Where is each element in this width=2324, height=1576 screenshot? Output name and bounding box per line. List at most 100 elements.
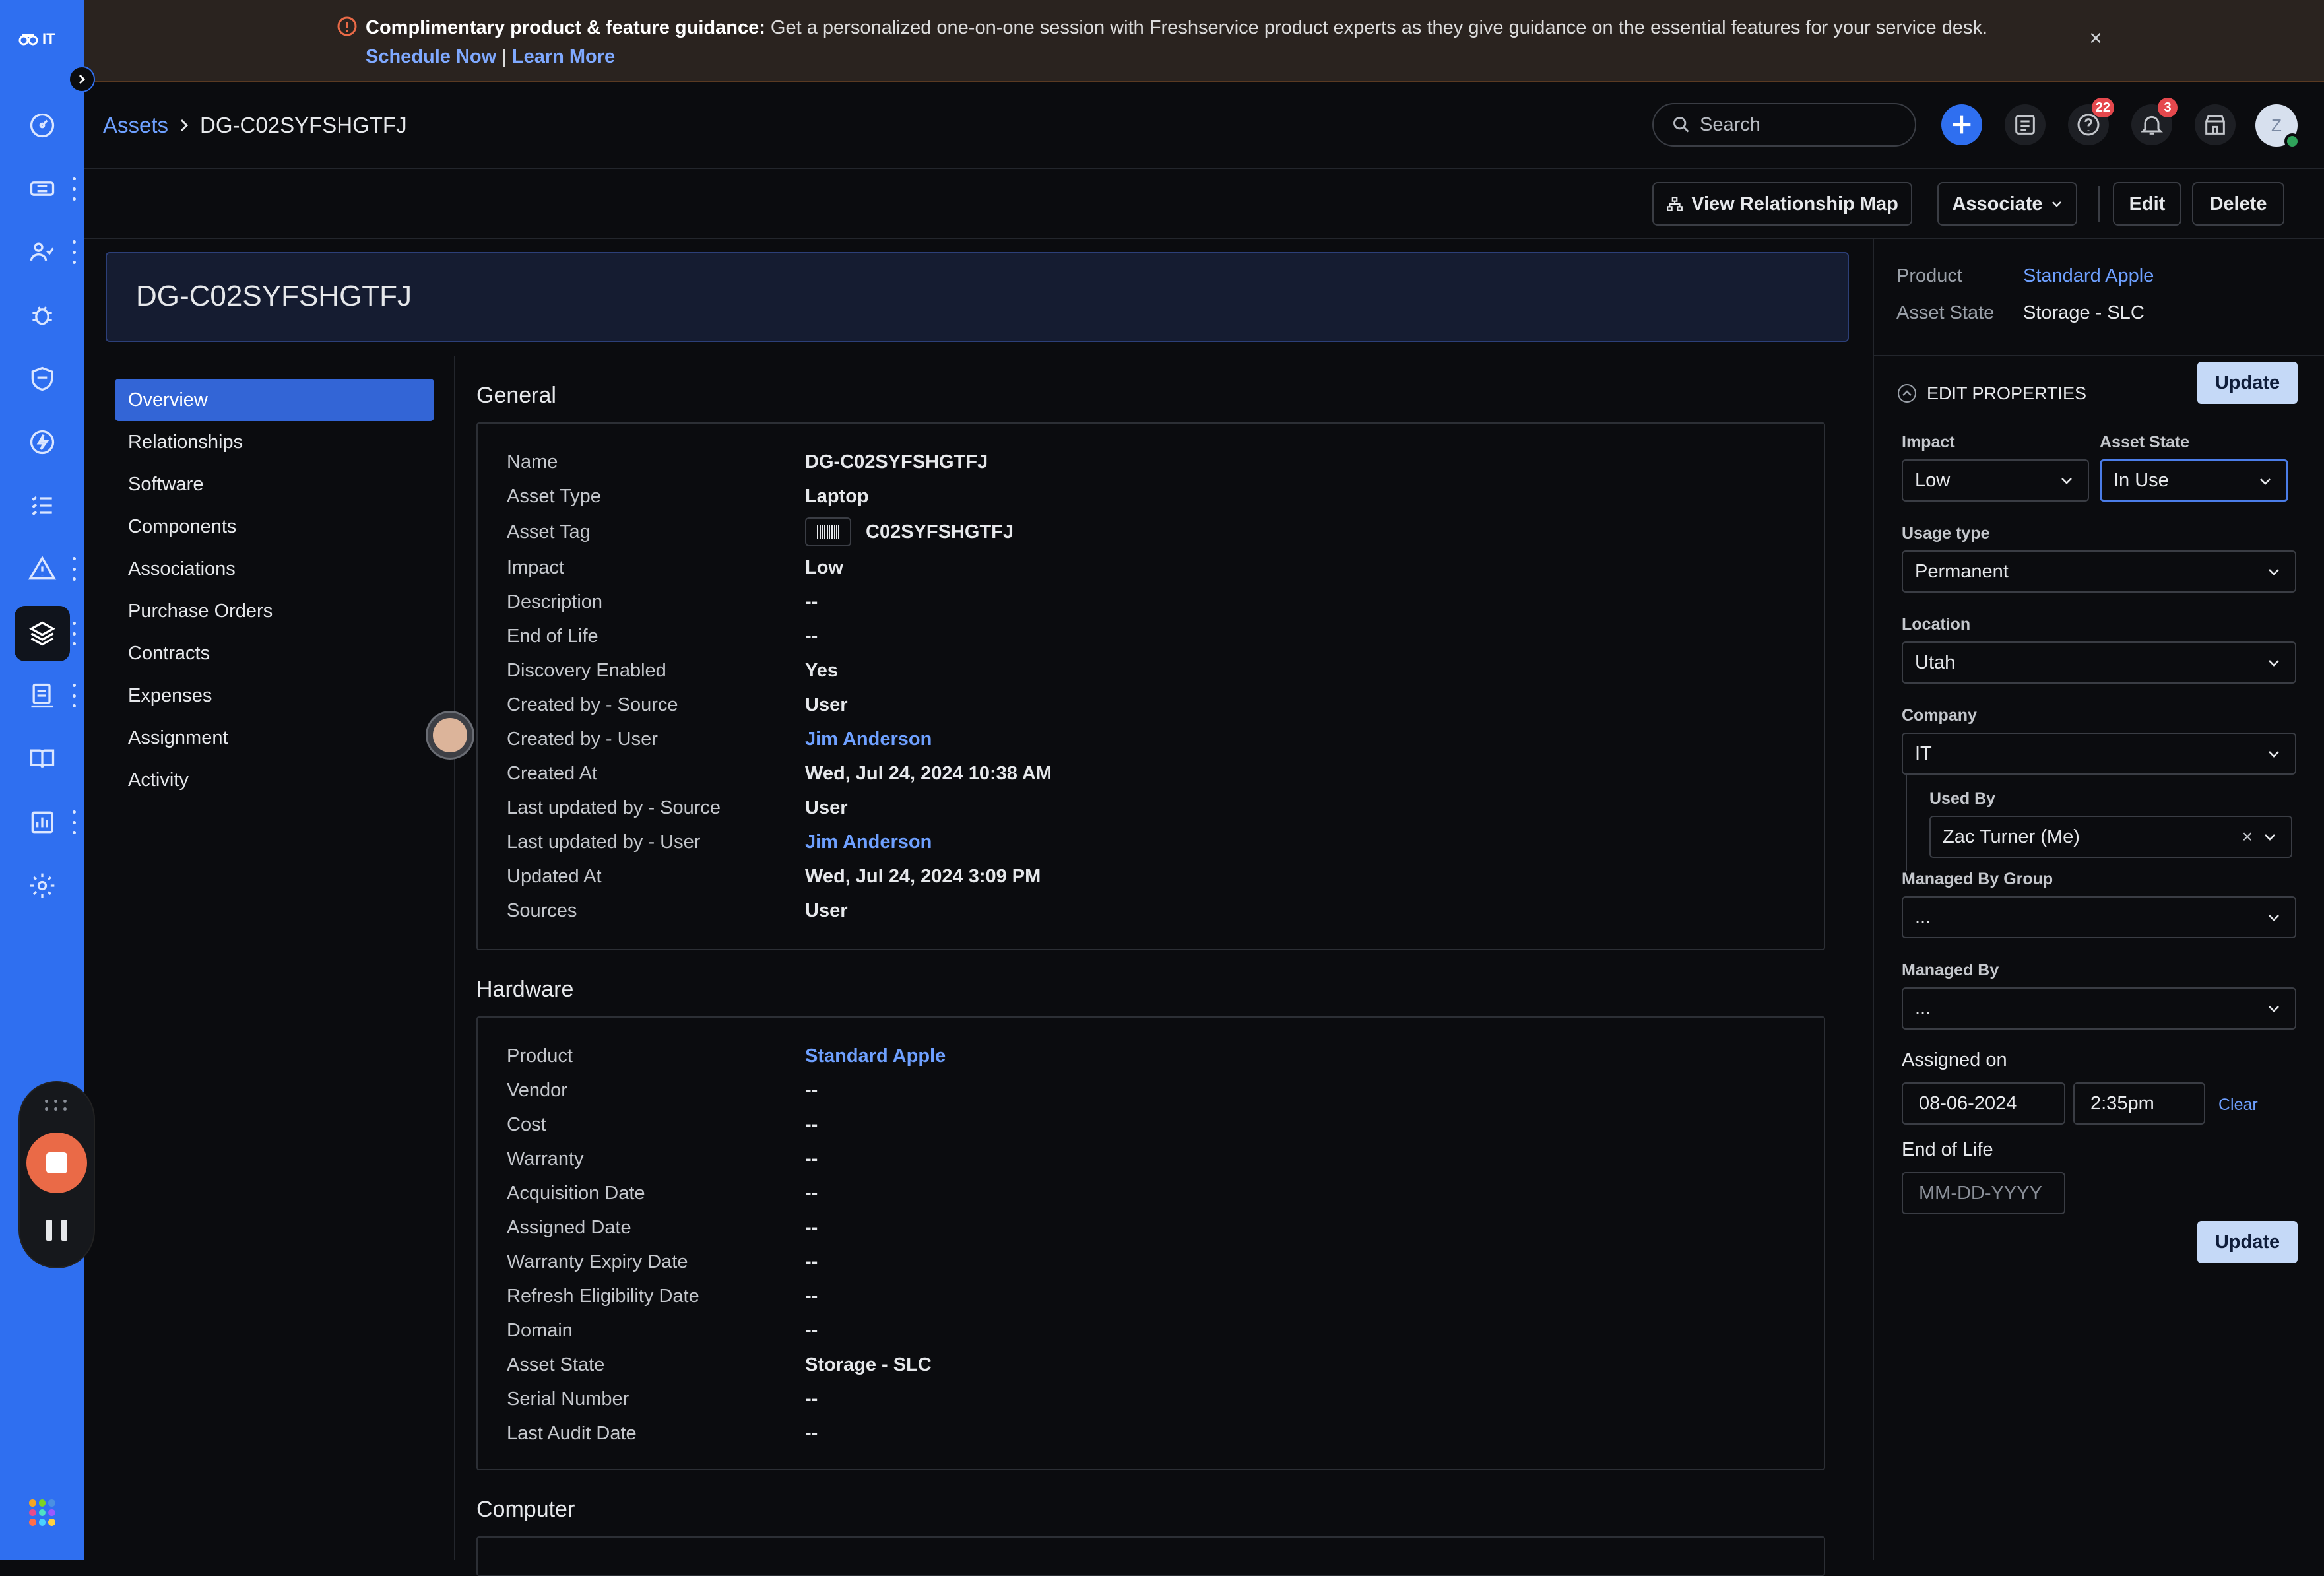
app-switcher[interactable]: IT xyxy=(18,30,55,48)
edit-label: Edit xyxy=(2129,193,2166,214)
panel-divider xyxy=(1874,355,2324,356)
users-icon[interactable] xyxy=(26,236,58,268)
field-row: Last updated by - Source User xyxy=(478,791,1824,825)
field-row: Refresh Eligibility Date -- xyxy=(478,1279,1824,1313)
delete-button[interactable]: Delete xyxy=(2192,182,2284,226)
asset-tag-value: C02SYFSHGTFJ xyxy=(866,521,1014,542)
edit-properties-toggle[interactable]: EDIT PROPERTIES xyxy=(1896,383,2086,404)
drag-handle-icon[interactable] xyxy=(45,1100,69,1113)
schedule-now-link[interactable]: Schedule Now xyxy=(366,46,496,67)
breadcrumb-assets-link[interactable]: Assets xyxy=(103,112,168,139)
assigned-on-date-input[interactable]: 08-06-2024 xyxy=(1902,1082,2065,1125)
notifications-badge: 3 xyxy=(2158,98,2178,117)
field-value: -- xyxy=(805,1182,818,1204)
product-link[interactable]: Standard Apple xyxy=(805,1045,946,1067)
field-value: -- xyxy=(805,625,818,647)
company-label: Company xyxy=(1902,706,1977,725)
help-button[interactable]: 22 xyxy=(2068,98,2114,145)
tickets-icon[interactable] xyxy=(26,173,58,205)
end-of-life-date-input[interactable]: MM-DD-YYYY xyxy=(1902,1172,2065,1214)
store-button[interactable] xyxy=(2195,104,2236,145)
resize-handle[interactable] xyxy=(428,713,472,758)
location-select[interactable]: Utah xyxy=(1902,641,2296,684)
nav-associations[interactable]: Associations xyxy=(115,548,434,590)
nav-software[interactable]: Software xyxy=(115,463,434,506)
company-select[interactable]: IT xyxy=(1902,733,2296,775)
clear-used-by-icon[interactable]: × xyxy=(2242,826,2253,847)
nav-activity[interactable]: Activity xyxy=(115,759,434,801)
field-row: Created At Wed, Jul 24, 2024 10:38 AM xyxy=(478,756,1824,791)
nav-purchase-orders[interactable]: Purchase Orders xyxy=(115,590,434,632)
settings-gear-icon[interactable] xyxy=(26,870,58,902)
field-value: -- xyxy=(805,591,818,612)
field-row: Impact Low xyxy=(478,550,1824,585)
new-item-button[interactable] xyxy=(1941,104,1982,145)
update-button-top[interactable]: Update xyxy=(2197,362,2298,404)
chevron-down-icon xyxy=(2269,1006,2279,1012)
managed-by-group-select[interactable]: ... xyxy=(1902,896,2296,938)
expand-sidebar-button[interactable] xyxy=(69,66,95,92)
update-button-bottom[interactable]: Update xyxy=(2197,1221,2298,1263)
bug-icon[interactable] xyxy=(26,300,58,331)
updated-by-user-link[interactable]: Jim Anderson xyxy=(805,832,932,853)
assigned-on-time-input[interactable]: 2:35pm xyxy=(2073,1082,2205,1125)
warning-icon[interactable] xyxy=(26,553,58,585)
field-row: Sources User xyxy=(478,894,1824,928)
search-icon xyxy=(1673,117,1689,133)
stop-recording-button[interactable] xyxy=(26,1133,87,1193)
managed-by-select[interactable]: ... xyxy=(1902,987,2296,1030)
nav-expenses[interactable]: Expenses xyxy=(115,674,434,717)
online-status-dot xyxy=(2284,133,2300,149)
nav-assignment[interactable]: Assignment xyxy=(115,717,434,759)
apps-grid-icon[interactable] xyxy=(29,1499,55,1526)
notifications-button[interactable]: 3 xyxy=(2131,98,2178,145)
banner-message: Complimentary product & feature guidance… xyxy=(366,13,2081,71)
edit-button[interactable]: Edit xyxy=(2113,182,2181,226)
nav-overview[interactable]: Overview xyxy=(115,379,434,421)
checklist-icon[interactable] xyxy=(26,490,58,521)
edit-properties-label: EDIT PROPERTIES xyxy=(1927,383,2087,403)
field-value: C02SYFSHGTFJ xyxy=(805,517,1014,546)
user-avatar[interactable]: Z xyxy=(2255,104,2300,149)
associate-dropdown-button[interactable]: Associate xyxy=(1937,182,2077,226)
nav-components[interactable]: Components xyxy=(115,506,434,548)
nav-relationships[interactable]: Relationships xyxy=(115,421,434,463)
location-label: Location xyxy=(1902,615,1971,634)
asset-title: DG-C02SYFSHGTFJ xyxy=(136,280,412,312)
dashboard-icon[interactable] xyxy=(26,110,58,141)
created-by-user-link[interactable]: Jim Anderson xyxy=(805,729,932,750)
chevron-down-icon xyxy=(2051,201,2061,207)
clear-assigned-link[interactable]: Clear xyxy=(2218,1096,2258,1115)
chevron-down-icon xyxy=(2269,660,2279,667)
shield-icon[interactable] xyxy=(26,363,58,395)
asset-state-select[interactable]: In Use xyxy=(2100,459,2288,502)
used-by-select[interactable]: Zac Turner (Me) × xyxy=(1929,816,2292,858)
usage-type-value: Permanent xyxy=(1915,560,2009,582)
assets-layers-icon[interactable] xyxy=(26,618,58,649)
contracts-icon[interactable] xyxy=(26,680,58,711)
usage-type-select[interactable]: Permanent xyxy=(1902,550,2296,593)
catalog-button[interactable] xyxy=(2005,104,2046,145)
field-value: -- xyxy=(805,1079,818,1101)
asset-state-label: Asset State xyxy=(2100,433,2190,451)
view-relationship-map-button[interactable]: View Relationship Map xyxy=(1652,182,1912,226)
summary-product-link[interactable]: Standard Apple xyxy=(2023,265,2154,287)
pause-recording-button[interactable] xyxy=(46,1220,67,1241)
search-input[interactable]: Search xyxy=(1652,103,1916,147)
impact-select[interactable]: Low xyxy=(1902,459,2089,502)
reports-icon[interactable] xyxy=(26,806,58,838)
field-value: User xyxy=(805,900,848,921)
end-of-life-label: End of Life xyxy=(1902,1139,1993,1160)
field-label: Description xyxy=(507,591,603,612)
usage-type-label: Usage type xyxy=(1902,524,1990,542)
managed-by-value: ... xyxy=(1915,997,1931,1019)
field-value: Yes xyxy=(805,659,838,681)
book-icon[interactable] xyxy=(26,743,58,775)
nav-contracts[interactable]: Contracts xyxy=(115,632,434,674)
bolt-icon[interactable] xyxy=(26,426,58,458)
barcode-icon[interactable] xyxy=(805,517,851,546)
field-row: Last Audit Date -- xyxy=(478,1416,1824,1451)
learn-more-link[interactable]: Learn More xyxy=(512,46,615,67)
field-value: -- xyxy=(805,1216,818,1238)
close-banner-icon[interactable]: × xyxy=(2086,27,2105,49)
